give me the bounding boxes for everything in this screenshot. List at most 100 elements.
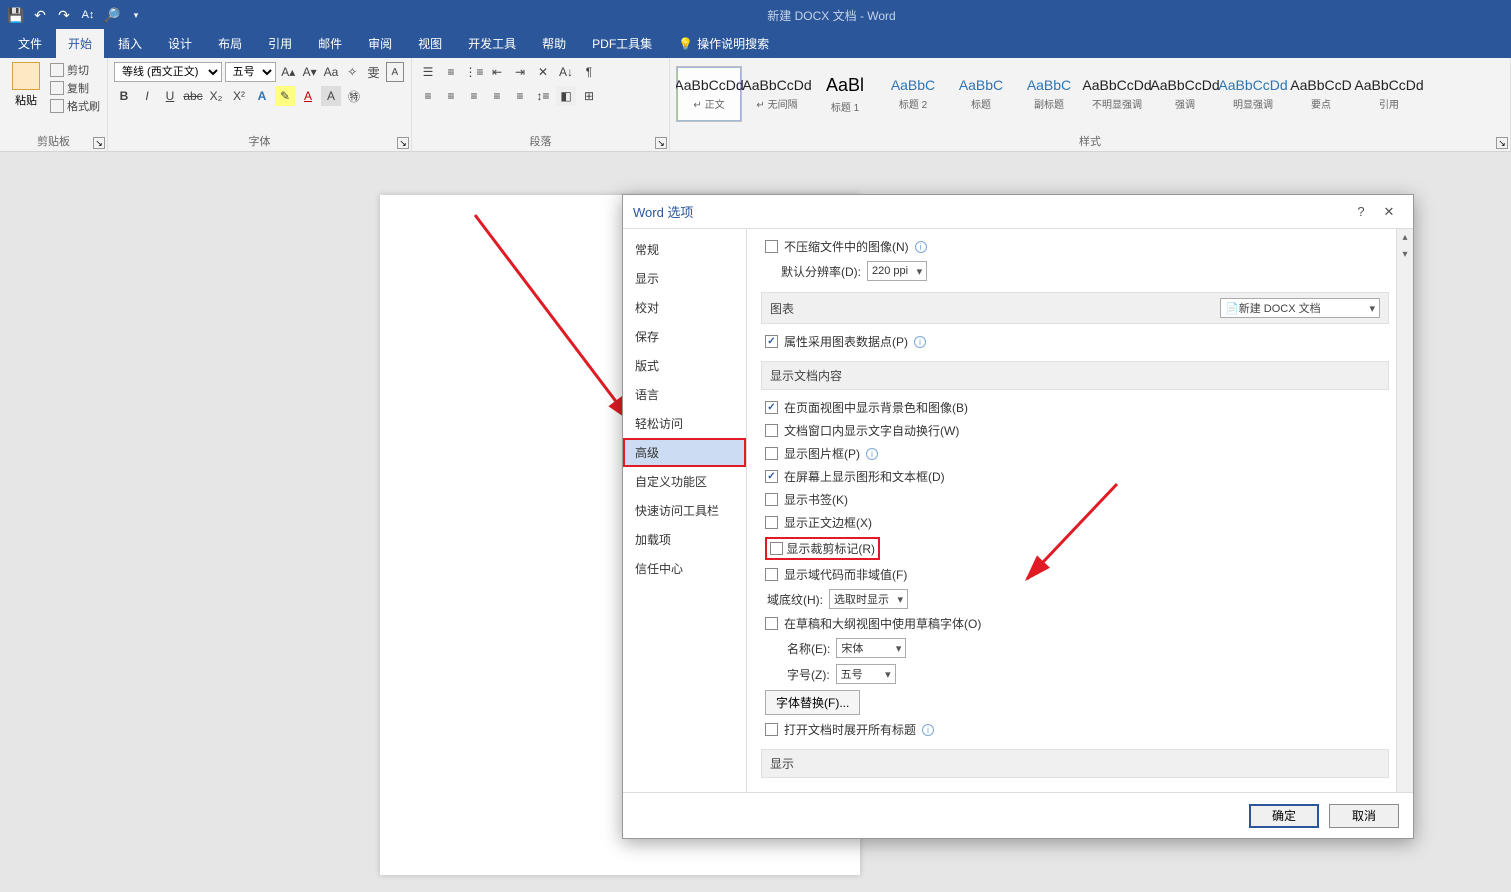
font-size-select[interactable]: 五号 bbox=[225, 62, 276, 82]
undo-icon[interactable]: ↶ bbox=[32, 7, 48, 23]
styles-gallery[interactable]: AaBbCcDd↵ 正文AaBbCcDd↵ 无间隔AaBl标题 1AaBbC标题… bbox=[676, 62, 1504, 131]
style-item[interactable]: AaBbCcDd明显强调 bbox=[1220, 66, 1286, 122]
phonetic-guide-button[interactable]: 雯 bbox=[364, 62, 382, 82]
chk-fieldcodes[interactable] bbox=[765, 568, 778, 581]
info-icon[interactable]: i bbox=[914, 336, 926, 348]
dialog-nav-item[interactable]: 高级 bbox=[623, 438, 746, 467]
distribute-button[interactable]: ≡ bbox=[510, 86, 530, 106]
dialog-nav-item[interactable]: 保存 bbox=[623, 322, 746, 351]
ddl-fontsize[interactable]: 五号 bbox=[836, 664, 896, 684]
scroll-down-icon[interactable]: ▾ bbox=[1397, 246, 1413, 263]
style-item[interactable]: AaBbCcDd强调 bbox=[1152, 66, 1218, 122]
info-icon[interactable]: i bbox=[866, 448, 878, 460]
scroll-up-icon[interactable]: ▴ bbox=[1397, 229, 1413, 246]
dialog-nav-item[interactable]: 校对 bbox=[623, 293, 746, 322]
tab-pdftools[interactable]: PDF工具集 bbox=[580, 29, 664, 58]
cancel-button[interactable]: 取消 bbox=[1329, 804, 1399, 828]
clipboard-dialog-launcher[interactable]: ↘ bbox=[93, 137, 105, 149]
style-item[interactable]: AaBbCcDd↵ 正文 bbox=[676, 66, 742, 122]
increase-indent-button[interactable]: ⇥ bbox=[510, 62, 530, 82]
italic-button[interactable]: I bbox=[137, 86, 157, 106]
qat-doc-icon[interactable]: A↕ bbox=[80, 7, 96, 23]
bold-button[interactable]: B bbox=[114, 86, 134, 106]
clear-format-button[interactable]: ✧ bbox=[343, 62, 361, 82]
styles-dialog-launcher[interactable]: ↘ bbox=[1496, 137, 1508, 149]
chk-chart-datapoint[interactable] bbox=[765, 335, 778, 348]
chk-expandheadings[interactable] bbox=[765, 723, 778, 736]
char-shading-button[interactable]: A bbox=[321, 86, 341, 106]
tab-view[interactable]: 视图 bbox=[406, 29, 454, 58]
subscript-button[interactable]: X₂ bbox=[206, 86, 226, 106]
qat-more-icon[interactable]: ▾ bbox=[128, 7, 144, 23]
asian-layout-button[interactable]: ✕ bbox=[533, 62, 553, 82]
chk-cropmarks[interactable] bbox=[770, 542, 783, 555]
numbering-button[interactable]: ≡ bbox=[441, 62, 461, 82]
tab-design[interactable]: 设计 bbox=[156, 29, 204, 58]
superscript-button[interactable]: X² bbox=[229, 86, 249, 106]
style-item[interactable]: AaBbCcDd↵ 无间隔 bbox=[744, 66, 810, 122]
tab-review[interactable]: 审阅 bbox=[356, 29, 404, 58]
tab-mailings[interactable]: 邮件 bbox=[306, 29, 354, 58]
ddl-chart-doc[interactable]: 📄 新建 DOCX 文档 bbox=[1220, 298, 1380, 318]
ddl-defaultres[interactable]: 220 ppi bbox=[867, 261, 927, 281]
justify-button[interactable]: ≡ bbox=[487, 86, 507, 106]
dialog-nav-item[interactable]: 版式 bbox=[623, 351, 746, 380]
tab-file[interactable]: 文件 bbox=[6, 29, 54, 58]
char-border-button[interactable]: A bbox=[386, 62, 404, 82]
dialog-nav-item[interactable]: 轻松访问 bbox=[623, 409, 746, 438]
dialog-nav-item[interactable]: 自定义功能区 bbox=[623, 467, 746, 496]
ddl-fontname[interactable]: 宋体 bbox=[836, 638, 906, 658]
tab-layout[interactable]: 布局 bbox=[206, 29, 254, 58]
font-dialog-launcher[interactable]: ↘ bbox=[397, 137, 409, 149]
shading-button[interactable]: ◧ bbox=[556, 86, 576, 106]
bullets-button[interactable]: ☰ bbox=[418, 62, 438, 82]
line-spacing-button[interactable]: ↕≡ bbox=[533, 86, 553, 106]
chk-bookmarks[interactable] bbox=[765, 493, 778, 506]
format-painter-button[interactable]: 格式刷 bbox=[50, 98, 100, 114]
chk-drawings[interactable] bbox=[765, 470, 778, 483]
tellme[interactable]: 💡 操作说明搜索 bbox=[666, 29, 781, 58]
chk-textbounds[interactable] bbox=[765, 516, 778, 529]
help-button[interactable]: ? bbox=[1347, 204, 1375, 219]
style-item[interactable]: AaBbCcDd不明显强调 bbox=[1084, 66, 1150, 122]
style-item[interactable]: AaBl标题 1 bbox=[812, 66, 878, 122]
dialog-nav-item[interactable]: 常规 bbox=[623, 235, 746, 264]
align-center-button[interactable]: ≡ bbox=[441, 86, 461, 106]
change-case-button[interactable]: Aa bbox=[322, 62, 340, 82]
ok-button[interactable]: 确定 bbox=[1249, 804, 1319, 828]
style-item[interactable]: AaBbC标题 bbox=[948, 66, 1014, 122]
tab-help[interactable]: 帮助 bbox=[530, 29, 578, 58]
style-item[interactable]: AaBbC副标题 bbox=[1016, 66, 1082, 122]
enclose-char-button[interactable]: ㊕ bbox=[344, 86, 364, 106]
sort-button[interactable]: A↓ bbox=[556, 62, 576, 82]
ddl-fieldshade[interactable]: 选取时显示 bbox=[829, 589, 908, 609]
font-color-button[interactable]: A bbox=[298, 86, 318, 106]
dialog-nav-item[interactable]: 加载项 bbox=[623, 525, 746, 554]
dialog-scrollbar[interactable]: ▴ ▾ bbox=[1396, 229, 1413, 792]
style-item[interactable]: AaBbC标题 2 bbox=[880, 66, 946, 122]
dialog-nav-item[interactable]: 信任中心 bbox=[623, 554, 746, 583]
font-name-select[interactable]: 等线 (西文正文) bbox=[114, 62, 222, 82]
style-item[interactable]: AaBbCcD要点 bbox=[1288, 66, 1354, 122]
underline-button[interactable]: U bbox=[160, 86, 180, 106]
print-preview-icon[interactable]: 🔎 bbox=[104, 7, 120, 23]
chk-picframe[interactable] bbox=[765, 447, 778, 460]
highlight-button[interactable]: ✎ bbox=[275, 86, 295, 106]
save-icon[interactable]: 💾 bbox=[8, 7, 24, 23]
info-icon[interactable]: i bbox=[915, 241, 927, 253]
redo-icon[interactable]: ↷ bbox=[56, 7, 72, 23]
show-marks-button[interactable]: ¶ bbox=[579, 62, 599, 82]
info-icon[interactable]: i bbox=[922, 724, 934, 736]
style-item[interactable]: AaBbCcDd引用 bbox=[1356, 66, 1422, 122]
multilevel-button[interactable]: ⋮≡ bbox=[464, 62, 484, 82]
tab-home[interactable]: 开始 bbox=[56, 29, 104, 58]
tab-insert[interactable]: 插入 bbox=[106, 29, 154, 58]
close-button[interactable]: ✕ bbox=[1375, 204, 1403, 220]
dialog-nav-item[interactable]: 显示 bbox=[623, 264, 746, 293]
decrease-indent-button[interactable]: ⇤ bbox=[487, 62, 507, 82]
grow-font-button[interactable]: A▴ bbox=[279, 62, 297, 82]
chk-draftfont[interactable] bbox=[765, 617, 778, 630]
text-effects-button[interactable]: A bbox=[252, 86, 272, 106]
align-right-button[interactable]: ≡ bbox=[464, 86, 484, 106]
chk-bgimg[interactable] bbox=[765, 401, 778, 414]
